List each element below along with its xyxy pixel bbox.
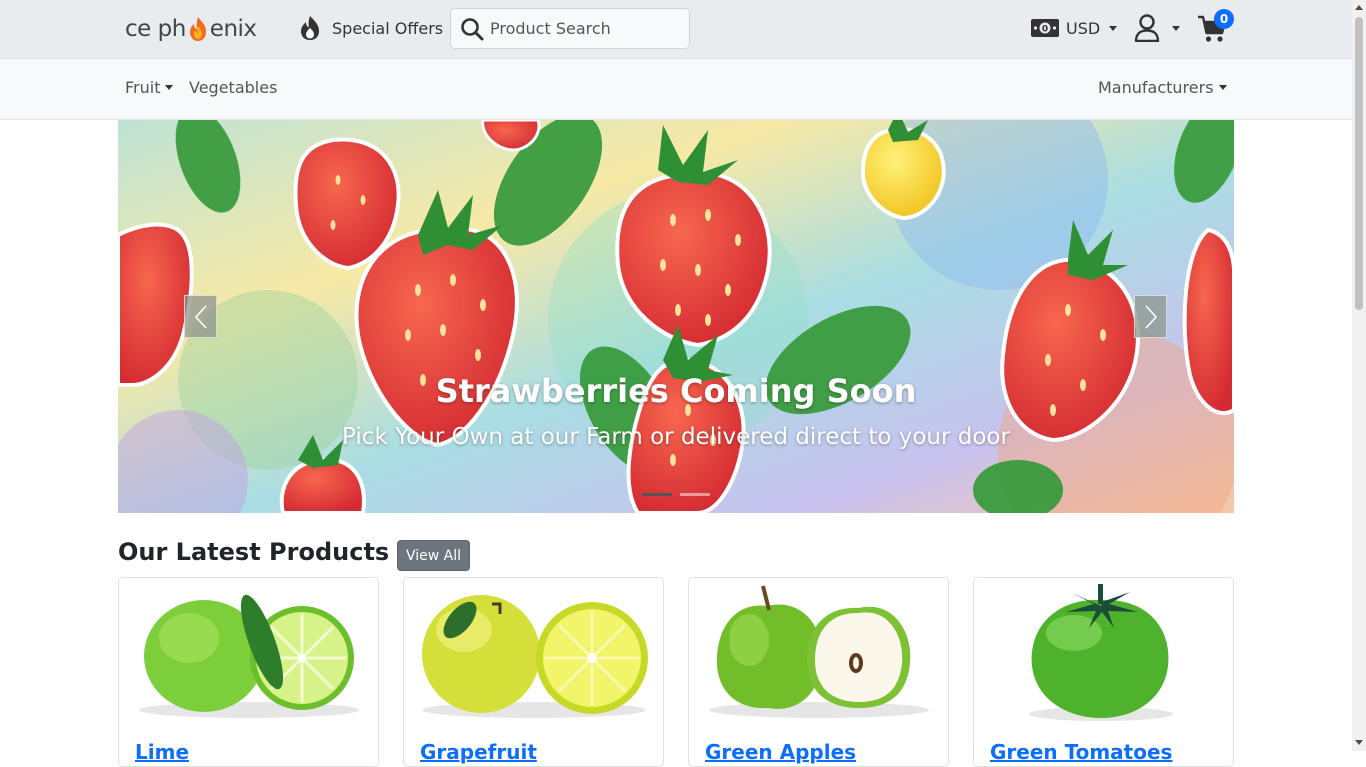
hero-carousel: Strawberries Coming Soon Pick Your Own a… — [118, 120, 1234, 513]
currency-selector[interactable]: 0 USD — [1031, 14, 1118, 42]
user-icon — [1134, 14, 1160, 42]
product-name-link[interactable]: Green Tomatoes — [990, 740, 1172, 764]
latest-products-heading: Our Latest Products — [118, 538, 390, 566]
scrollbar-thumb[interactable] — [1355, 17, 1363, 310]
carousel-caption-title: Strawberries Coming Soon — [435, 372, 917, 410]
product-card-green-apples[interactable]: Green Apples — [688, 577, 949, 767]
chevron-down-icon — [165, 84, 174, 90]
product-image — [709, 585, 929, 718]
chevron-down-icon — [1218, 84, 1227, 90]
currency-label: USD — [1066, 18, 1101, 38]
special-offers-link[interactable]: Special Offers — [298, 14, 443, 42]
product-card-lime[interactable]: Lime — [118, 577, 379, 767]
carousel-prev-button[interactable] — [184, 295, 217, 338]
account-menu[interactable] — [1134, 13, 1180, 43]
product-name-link[interactable]: Green Apples — [705, 740, 856, 764]
carousel-indicators — [642, 493, 710, 496]
flame-icon — [301, 16, 319, 40]
scroll-down-arrow-icon[interactable] — [1355, 740, 1363, 745]
special-offers-label: Special Offers — [332, 18, 444, 38]
carousel-caption-subtitle: Pick Your Own at our Farm or delivered d… — [342, 424, 1010, 450]
product-image — [1029, 584, 1173, 721]
cart-button[interactable]: 0 — [1197, 9, 1237, 44]
carousel-next-button[interactable] — [1134, 295, 1167, 338]
product-image — [422, 595, 648, 718]
nav-item-label: Fruit — [125, 77, 161, 97]
carousel-indicator-2[interactable] — [680, 493, 710, 496]
money-icon: 0 — [1031, 19, 1059, 37]
product-search-box[interactable] — [450, 8, 690, 49]
product-name-link[interactable]: Grapefruit — [420, 740, 537, 764]
page-scrollbar[interactable] — [1352, 0, 1366, 751]
carousel-indicator-1[interactable] — [642, 493, 672, 496]
search-input[interactable] — [490, 19, 680, 38]
category-navbar: Fruit Vegetables Manufacturers — [0, 59, 1352, 120]
cart-count-badge: 0 — [1214, 9, 1234, 29]
product-card-grapefruit[interactable]: Grapefruit — [403, 577, 664, 767]
search-icon — [461, 17, 484, 40]
nav-item-manufacturers[interactable]: Manufacturers — [1098, 77, 1227, 97]
nav-item-vegetables[interactable]: Vegetables — [189, 77, 277, 97]
product-image — [139, 594, 359, 718]
carousel-slide-image — [118, 120, 1234, 513]
chevron-down-icon — [1109, 25, 1118, 31]
top-header: ce ph enix Special Offers 0 USD — [0, 0, 1352, 59]
product-name-link[interactable]: Lime — [135, 740, 189, 764]
logo-text-right: enix — [209, 16, 257, 42]
view-all-button[interactable]: View All — [397, 540, 471, 571]
nav-item-label: Vegetables — [189, 77, 278, 97]
svg-text:0: 0 — [1042, 25, 1048, 35]
nav-item-label: Manufacturers — [1098, 77, 1214, 97]
store-logo[interactable]: ce ph enix — [125, 14, 257, 44]
logo-text-left: ce ph — [125, 16, 186, 42]
nav-item-fruit[interactable]: Fruit — [125, 77, 174, 97]
product-card-green-tomatoes[interactable]: Green Tomatoes — [973, 577, 1234, 767]
scroll-up-arrow-icon[interactable] — [1355, 5, 1363, 10]
chevron-left-icon — [194, 304, 207, 329]
chevron-right-icon — [1144, 304, 1157, 329]
phoenix-flame-icon — [189, 17, 206, 41]
chevron-down-icon — [1172, 25, 1180, 31]
